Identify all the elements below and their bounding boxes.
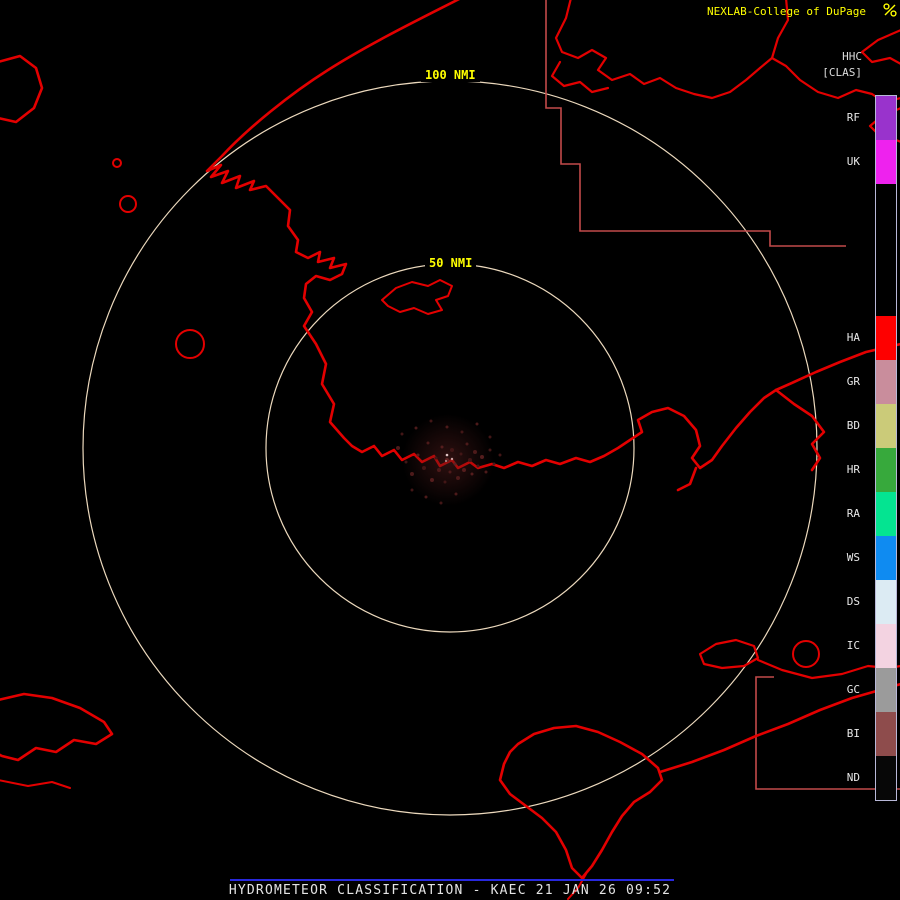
legend-label-WS: WS	[846, 550, 860, 564]
legend-swatch-gap4	[876, 272, 896, 316]
radar-echoes	[396, 414, 502, 506]
legend-label-DS: DS	[846, 594, 860, 608]
brand-icon	[883, 3, 897, 17]
legend-swatch-RA	[876, 492, 896, 536]
legend-swatch-HA	[876, 316, 896, 360]
legend-label-gap4	[816, 271, 860, 315]
legend-swatch-HR	[876, 448, 896, 492]
product-code: HHC	[842, 50, 862, 63]
range-ring-label-100nmi: 100 NMI	[421, 68, 480, 82]
legend-swatch-GR	[876, 360, 896, 404]
legend-swatch-RF	[876, 96, 896, 140]
legend-label-UK: UK	[846, 154, 860, 168]
legend-labels: RF UK HA GR BD HR RA WS DS IC GC BI ND	[816, 95, 860, 799]
legend-label-BI: BI	[846, 726, 860, 740]
legend-swatch-UK	[876, 140, 896, 184]
small-lake-3	[112, 158, 122, 168]
legend-label-ND: ND	[846, 770, 860, 784]
legend-swatch-BI	[876, 712, 896, 756]
product-tag: [CLAS]	[822, 66, 862, 79]
legend-label-HA: HA	[846, 330, 860, 344]
legend-label-gap2	[816, 183, 860, 227]
legend-label-RA: RA	[846, 506, 860, 520]
brand-text: NEXLAB-College of DuPage	[707, 5, 866, 18]
legend-label-BD: BD	[846, 418, 860, 432]
legend-swatch-GC	[876, 668, 896, 712]
legend-colorbar	[875, 95, 897, 801]
legend-swatch-WS	[876, 536, 896, 580]
small-lake-1	[119, 195, 137, 213]
legend-swatch-gap2	[876, 184, 896, 228]
legend-label-gap3	[816, 227, 860, 271]
legend-swatch-IC	[876, 624, 896, 668]
footer-divider-line	[230, 879, 674, 881]
product-title: HYDROMETEOR CLASSIFICATION - KAEC 21 JAN…	[228, 883, 672, 898]
radar-map	[0, 0, 900, 900]
legend-swatch-gap3	[876, 228, 896, 272]
radar-display: 100 NMI 50 NMI NEXLAB-College of DuPage …	[0, 0, 900, 900]
product-codes: HHC [CLAS]	[822, 49, 862, 81]
legend-swatch-DS	[876, 580, 896, 624]
legend-label-GR: GR	[846, 374, 860, 388]
legend-label-IC: IC	[846, 638, 860, 652]
range-ring-label-50nmi: 50 NMI	[425, 256, 477, 270]
legend-label-GC: GC	[846, 682, 860, 696]
legend-swatch-BD	[876, 404, 896, 448]
legend-label-HR: HR	[846, 462, 860, 476]
small-lake-2	[175, 329, 205, 359]
legend-swatch-ND	[876, 756, 896, 800]
legend-label-RF: RF	[846, 110, 860, 124]
